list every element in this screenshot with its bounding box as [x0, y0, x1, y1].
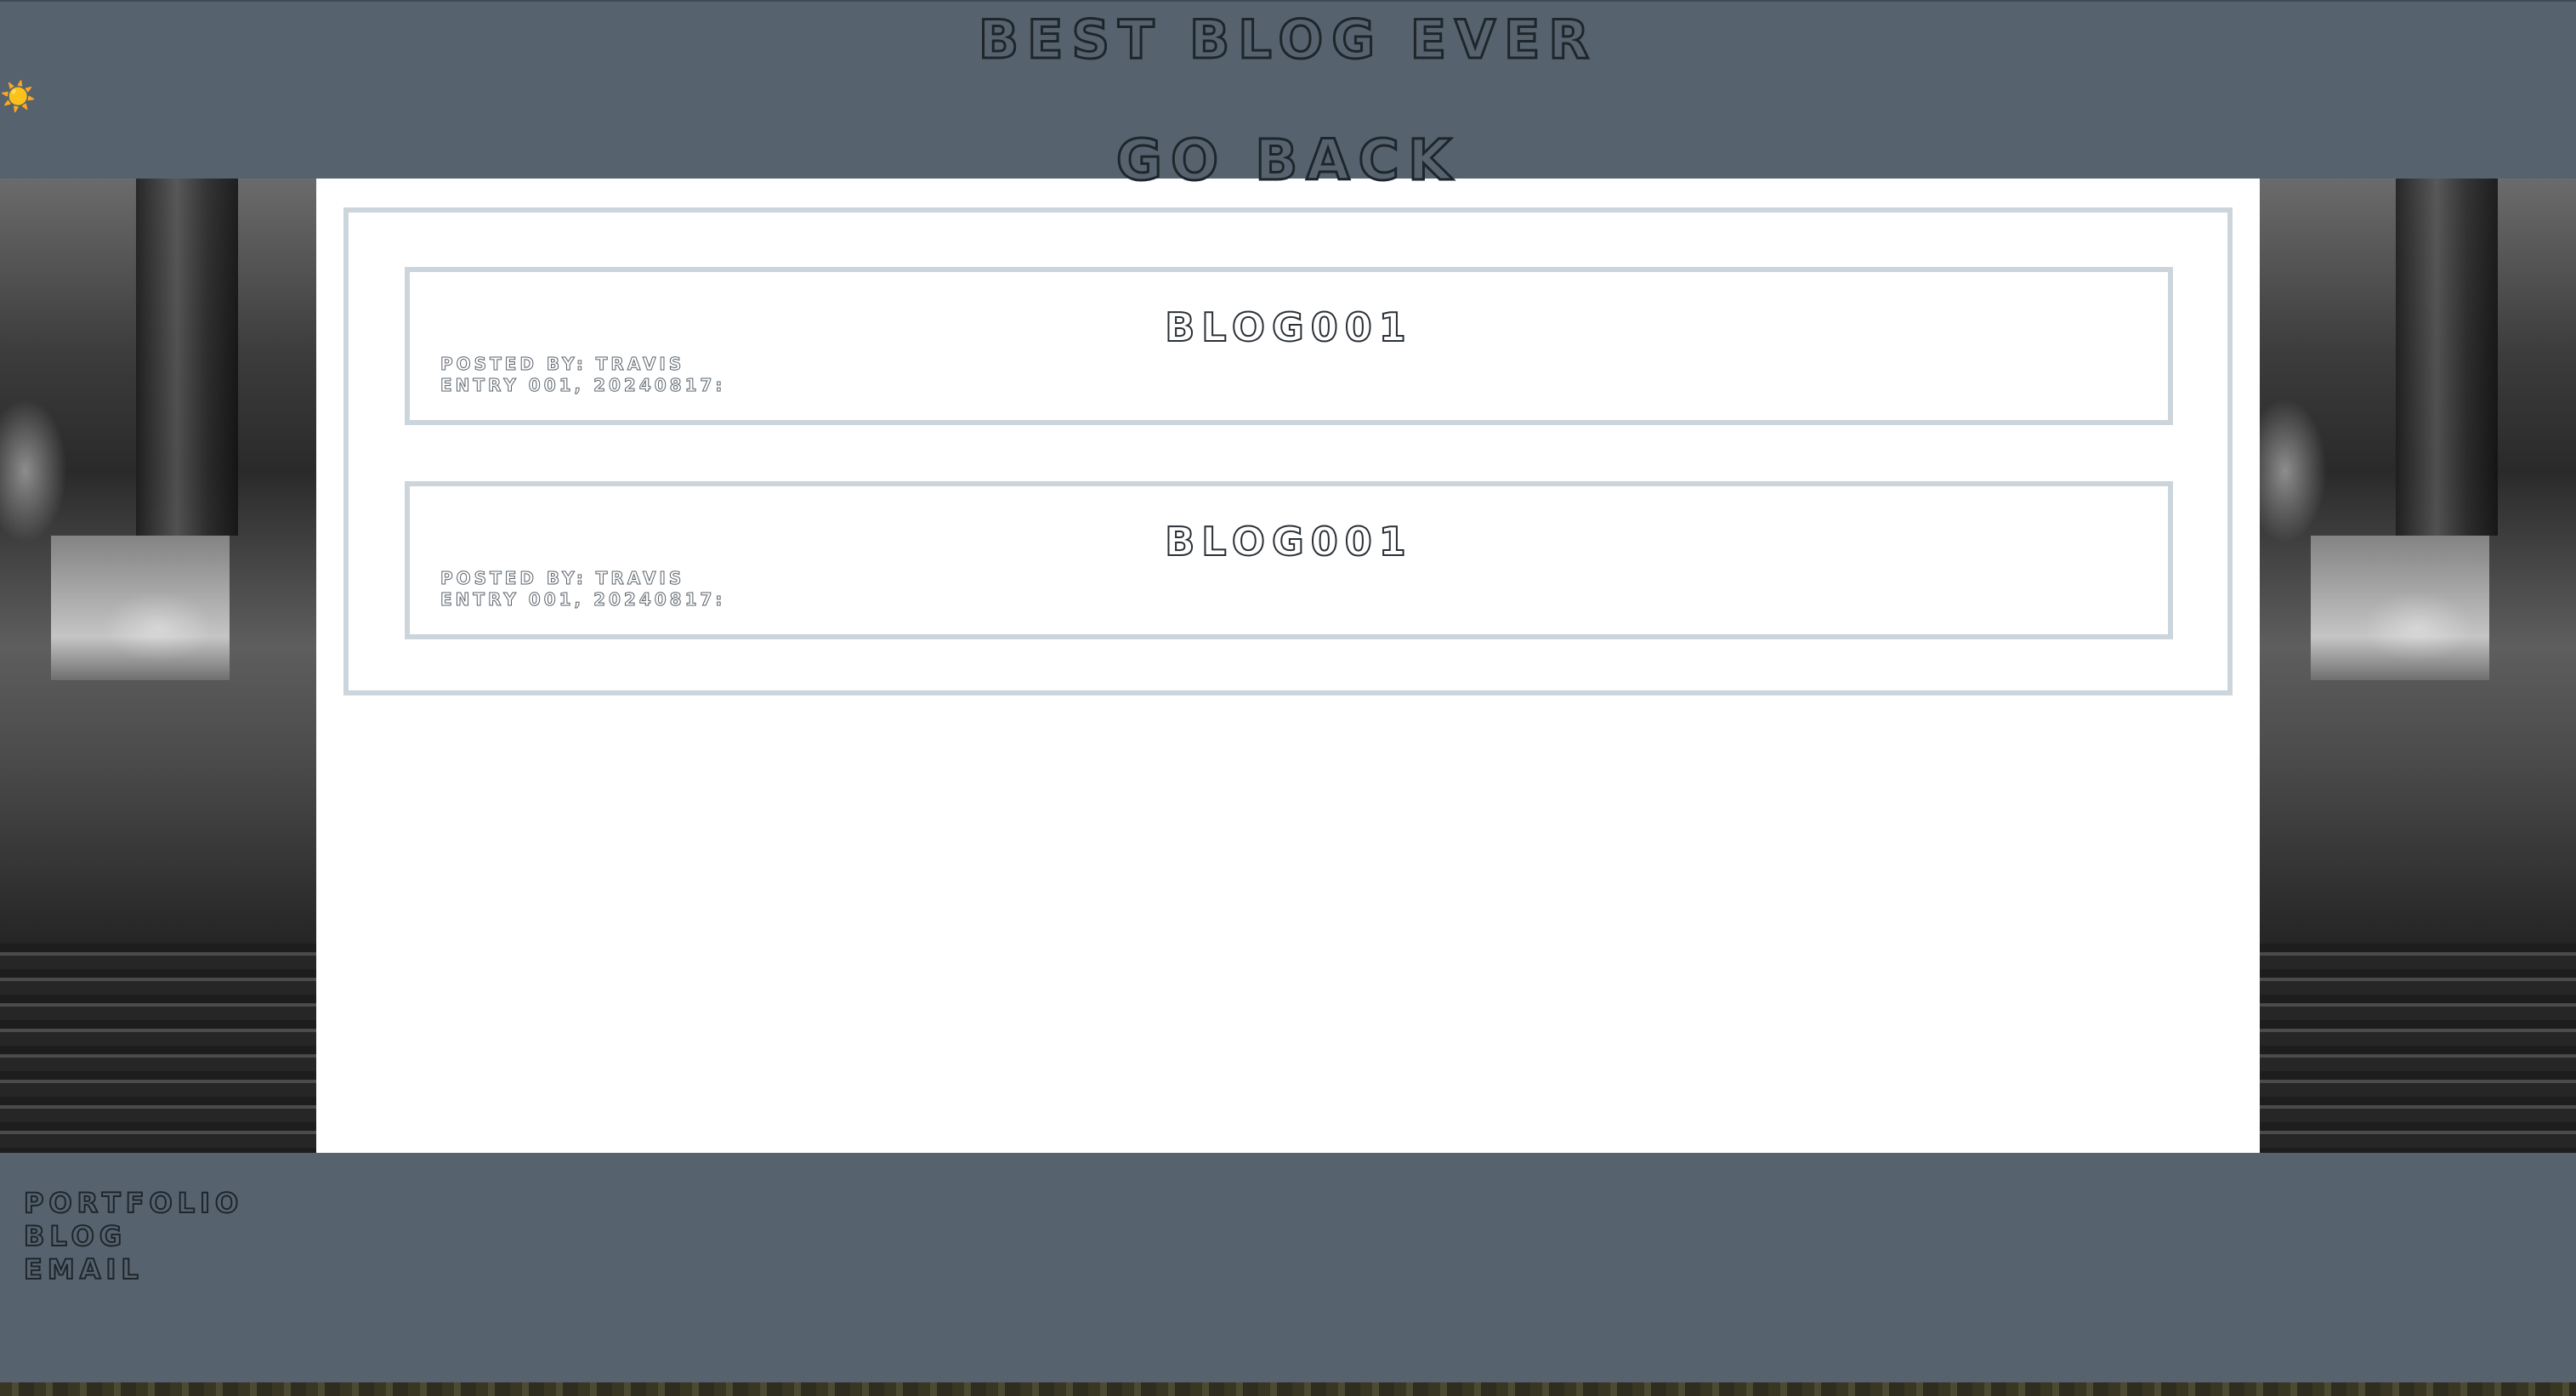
background-image-right: [2260, 179, 2576, 1153]
blog-list: Blog001 Posted by: Travis Entry 001, 202…: [343, 207, 2233, 695]
post-title[interactable]: Blog001: [410, 304, 2168, 351]
post-entry-date: Entry 001, 20240817:: [440, 589, 726, 610]
main-content: Blog001 Posted by: Travis Entry 001, 202…: [316, 179, 2260, 1153]
go-back-link[interactable]: Go Back: [0, 127, 2576, 195]
site-footer: Portfolio Blog Email: [0, 1153, 2576, 1382]
footer-nav: Portfolio Blog Email: [23, 1186, 243, 1286]
footer-link-blog[interactable]: Blog: [23, 1219, 243, 1253]
post-author: Posted by: Travis: [440, 354, 685, 375]
sun-icon[interactable]: ☀️: [0, 80, 36, 114]
footer-link-email[interactable]: Email: [23, 1252, 243, 1286]
background-image-left: [0, 179, 316, 1153]
post-title[interactable]: Blog001: [410, 518, 2168, 565]
blog-post-card[interactable]: Blog001 Posted by: Travis Entry 001, 202…: [405, 481, 2173, 639]
footer-link-portfolio[interactable]: Portfolio: [23, 1186, 243, 1220]
post-author: Posted by: Travis: [440, 568, 685, 589]
blog-post-card[interactable]: Blog001 Posted by: Travis Entry 001, 202…: [405, 267, 2173, 425]
page: Best Blog Ever ☀️ Go Back Blog001 Posted…: [0, 0, 2576, 1396]
site-title: Best Blog Ever: [977, 8, 1598, 72]
background-texture: [0, 1382, 2576, 1396]
post-entry-date: Entry 001, 20240817:: [440, 375, 726, 396]
